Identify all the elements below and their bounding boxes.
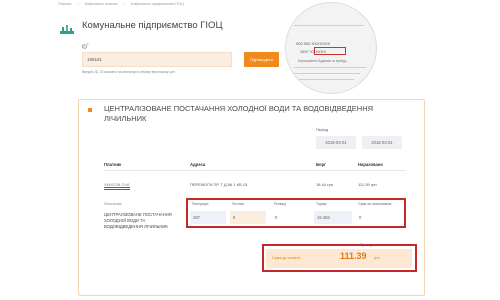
id-input[interactable]: 196181 [82,52,232,67]
debt-value: 18.44 грн [316,182,334,187]
breadcrumb-item[interactable]: Платежі [58,2,71,6]
breadcrumb: Платежі › Комунальні платежі › Комунальн… [58,2,184,6]
payer-address: ПЕРЕМОГИ ПР-Т Д.56 1 КВ.15 [190,182,248,187]
company-logo-icon [60,25,74,34]
meter-current-label: Поточні [232,202,244,206]
meter-current-input[interactable]: 8 [230,211,266,224]
header-payer: Платник [104,162,122,167]
breadcrumb-item[interactable]: Комунальні платежі [85,2,118,6]
period-label: Період [316,128,329,132]
receipt-subtitle: Нарахування будинків та прибуд... [298,59,349,63]
total-label: Сума до сплати: [272,256,301,260]
payer-name: УКИСОВ О.М. [104,182,131,187]
meter-sum-value: 0 [359,215,362,220]
receipt-top-text: 000 000 XXXXXXX [296,41,331,46]
period-to-field[interactable]: 2018-03-01 [362,136,402,149]
accrued-value: 111.39 грн [358,182,377,187]
meter-section-label: Лічильник [104,202,122,206]
payer-highlight-underline [104,189,130,191]
meter-sum-label: Сума за лічильником [358,202,392,206]
period-from-field[interactable]: 2018-02-01 [316,136,356,149]
header-debt: Борг [316,162,326,167]
id-field-label: ID* [82,42,89,51]
receipt-mid-text: 1697 XXXXXX [300,49,327,54]
meter-previous-label: Попередні [192,202,209,206]
header-accrued: Нараховано [358,162,383,167]
service-title: ЦЕНТРАЛІЗОВАНЕ ПОСТАЧАННЯ ХОЛОДНОЇ ВОДИ … [104,104,374,123]
meter-service-name: ЦЕНТРАЛІЗОВАНЕ ПОСТАЧАННЯ ХОЛОДНОЇ ВОДИ … [104,212,172,229]
meter-tariff-label: Тариф [316,202,327,206]
breadcrumb-separator: › [123,2,125,6]
meter-difference-value: 0 [275,215,278,220]
page-title: Комунальне підприємство ГІОЦ [82,20,223,31]
meter-difference-label: Різниця [274,202,287,206]
meter-previous-field[interactable]: 287 [190,211,226,224]
total-currency: грн [374,256,380,260]
id-hint: Введіть ID, ID вказано на квитанції в лі… [82,70,175,74]
receipt-example-image: 000 000 XXXXXXX 1697 XXXXXX Нарахування … [285,2,377,94]
confirm-button[interactable]: Підтвердити [244,52,279,67]
breadcrumb-item: Комунальне підприємство ГІОЦ [130,2,184,6]
breadcrumb-separator: › [77,2,79,6]
total-amount: 111.39 [340,251,367,261]
meter-tariff-field: 15.492 [314,211,352,224]
header-address: Адреса [190,162,206,167]
service-expand-icon[interactable] [88,108,92,112]
table-divider [104,170,406,171]
